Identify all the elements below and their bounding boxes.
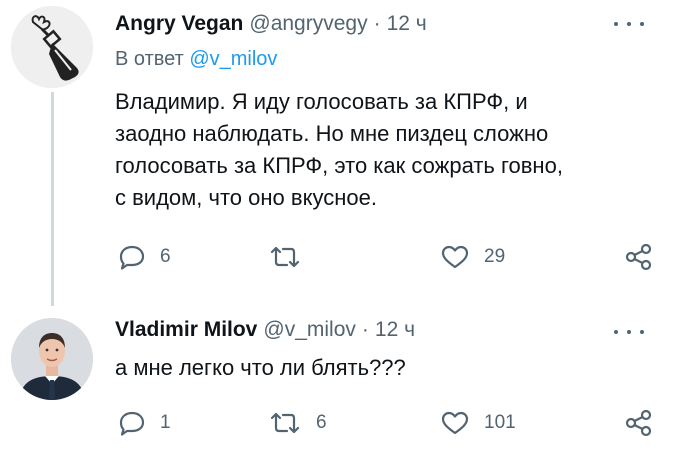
reply-prefix: В ответ [115,48,184,70]
tweet-text-line: голосовать за КПРФ, это как сожрать говн… [115,153,563,178]
tweet-actions: 1 6 101 [118,408,663,438]
tweet-actions: 6 29 [118,242,663,272]
share-button[interactable] [624,242,654,272]
reply-button[interactable]: 1 [118,408,171,438]
tweet-text-line: с видом, что оно вкусное. [115,185,377,210]
more-icon[interactable] [614,18,644,30]
tweet-vladimir-milov[interactable]: Vladimir Milov @v_milov · 12 ч а мне лег… [0,300,680,467]
share-icon [625,409,652,437]
reply-button[interactable]: 6 [118,242,171,272]
avatar-angry-vegan[interactable] [11,6,93,88]
retweet-icon [270,246,300,268]
reply-icon [119,411,145,436]
tweet-header: Vladimir Milov @v_milov · 12 ч [115,318,415,342]
share-icon [625,243,652,271]
display-name[interactable]: Vladimir Milov [115,318,257,342]
display-name[interactable]: Angry Vegan [115,12,243,36]
timestamp[interactable]: 12 ч [387,12,427,36]
tweet-text-line: а мне легко что ли блять??? [115,355,406,380]
retweet-icon [270,412,300,434]
retweet-button[interactable]: 6 [268,408,327,438]
thread-connector-line [51,92,54,306]
like-button[interactable]: 29 [440,242,505,272]
avatar-vladimir-milov[interactable] [11,318,93,400]
like-button[interactable]: 101 [440,408,516,438]
reply-count: 6 [160,246,171,267]
user-handle[interactable]: @angryvegy [249,12,367,36]
like-icon [441,411,469,435]
reply-context: В ответ @v_milov [115,48,277,71]
separator-dot: · [361,318,369,341]
share-button[interactable] [624,408,654,438]
tweet-header: Angry Vegan @angryvegy · 12 ч [115,12,427,36]
reply-handle-link[interactable]: @v_milov [189,48,277,70]
person-photo-icon [11,318,93,400]
user-handle[interactable]: @v_milov [263,318,356,342]
tweet-text: Владимир. Я иду голосовать за КПРФ, и за… [115,86,660,214]
reply-icon [119,245,145,270]
molotov-bottle-icon [11,6,93,88]
more-icon[interactable] [614,326,644,338]
reply-count: 1 [160,412,171,433]
separator-dot: · [373,12,381,35]
timestamp[interactable]: 12 ч [375,318,415,342]
like-count: 29 [484,246,506,267]
retweet-button[interactable] [268,242,316,272]
tweet-thread: Angry Vegan @angryvegy · 12 ч В ответ @v… [0,0,680,467]
tweet-text: а мне легко что ли блять??? [115,352,660,384]
tweet-text-line: заодно наблюдать. Но мне пиздец сложно [115,121,549,146]
like-icon [441,245,469,269]
like-count: 101 [484,412,516,433]
tweet-text-line: Владимир. Я иду голосовать за КПРФ, и [115,89,528,114]
retweet-count: 6 [316,412,327,433]
tweet-angry-vegan[interactable]: Angry Vegan @angryvegy · 12 ч В ответ @v… [0,0,680,306]
